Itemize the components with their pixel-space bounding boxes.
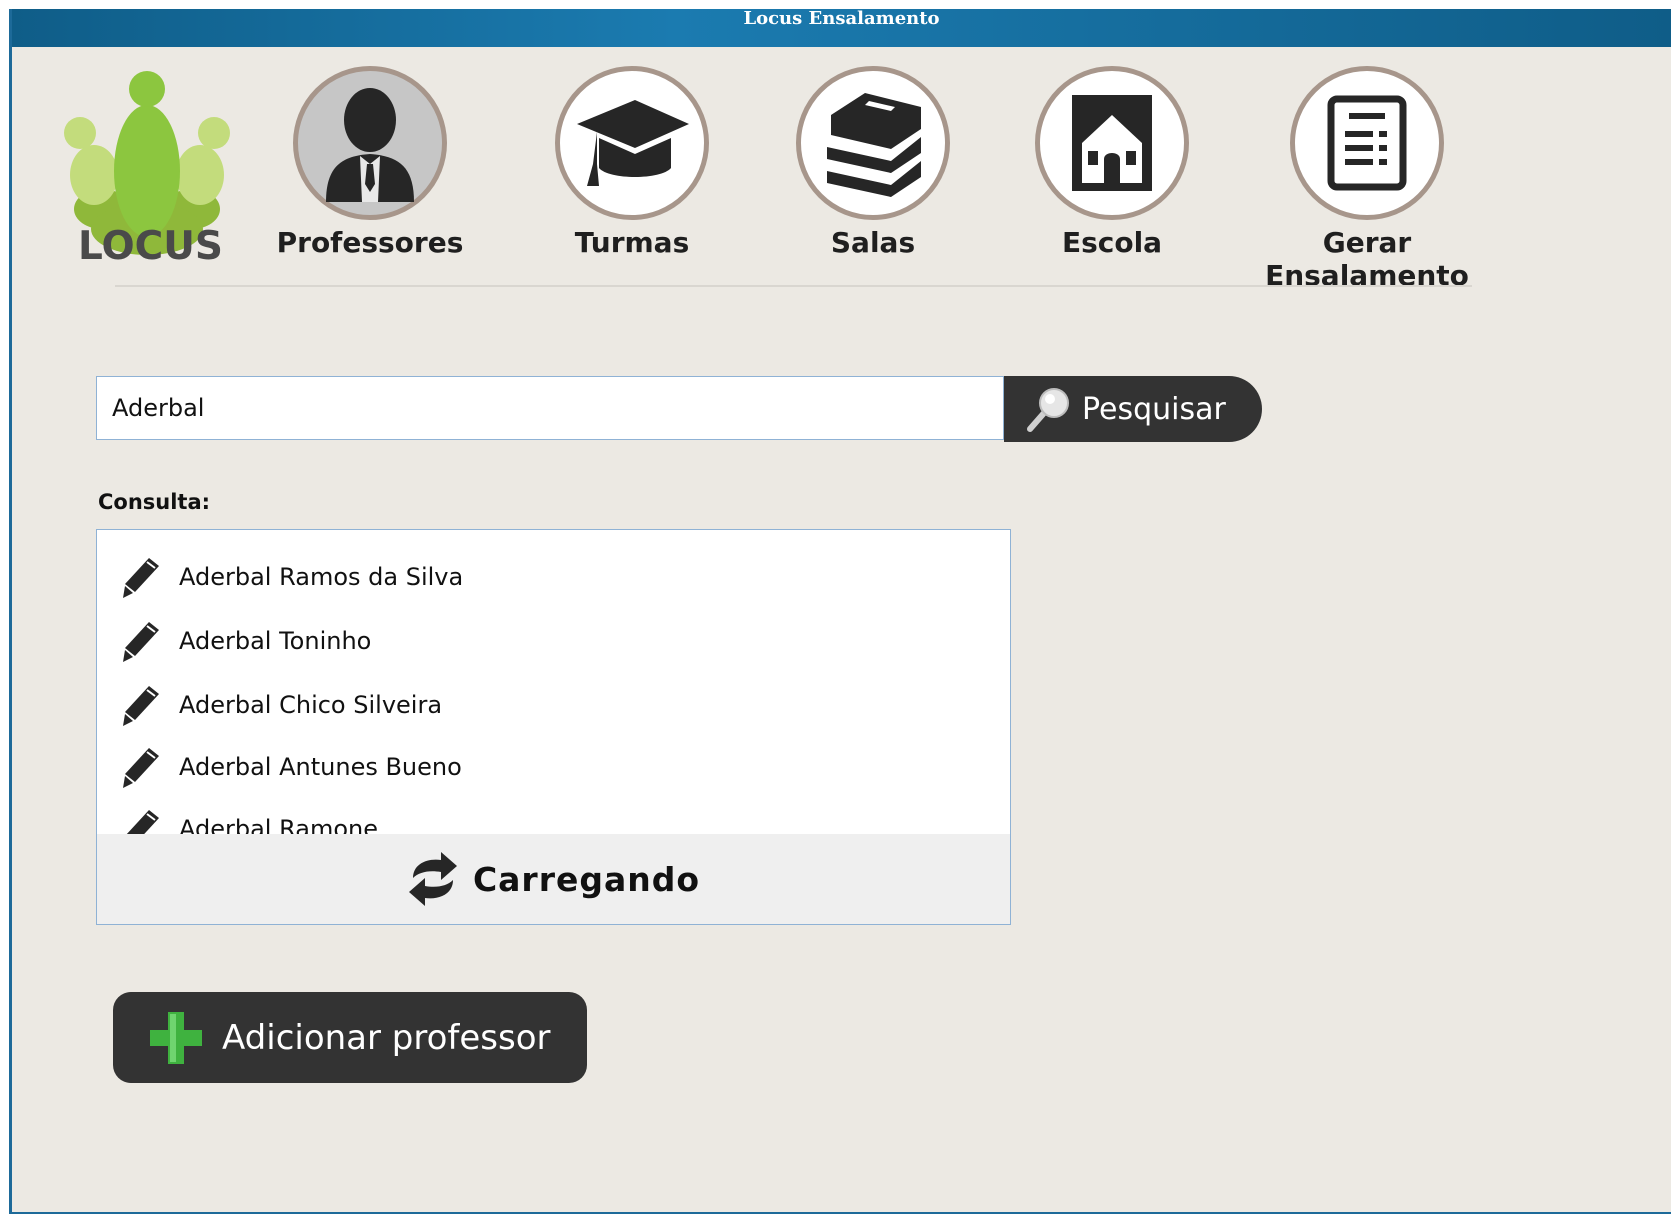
nav-circle [293,66,447,220]
pencil-icon [123,622,159,662]
nav-label: Turmas [574,226,690,259]
result-name: Aderbal Chico Silveira [179,691,443,719]
nav-circle [1035,66,1189,220]
result-name: Aderbal Ramos da Silva [179,563,464,591]
teacher-icon [326,88,414,202]
add-professor-label: Adicionar professor [222,1017,551,1058]
pencil-icon [123,558,159,598]
list-item[interactable]: Aderbal Ramos da Silva [97,548,1010,606]
report-icon [1327,95,1407,191]
school-icon [1072,95,1152,191]
logo-text: LOCUS [78,224,223,269]
search-button[interactable]: Pesquisar [1004,376,1262,442]
add-professor-button[interactable]: Adicionar professor [113,992,587,1083]
consulta-label: Consulta: [98,490,211,514]
books-icon [827,93,921,197]
list-item[interactable]: Aderbal Antunes Bueno [97,738,1010,796]
search-button-label: Pesquisar [1082,391,1226,427]
graduation-cap-icon [577,100,689,186]
nav-gerar-ensalamento[interactable]: Gerar Ensalamento [1237,66,1497,292]
pencil-icon [123,686,159,726]
magnifier-icon [1027,388,1069,432]
nav-label: Professores [276,226,464,259]
list-item[interactable]: Aderbal Chico Silveira [97,676,1010,734]
search-input[interactable] [96,376,1004,440]
results-list[interactable]: Aderbal Ramos da Silva Aderbal Toninho A… [96,529,1011,925]
nav-label: Gerar Ensalamento [1265,226,1469,292]
plus-icon [150,1011,202,1064]
title-bar: Locus Ensalamento [12,9,1671,47]
nav-professores[interactable]: Professores [240,66,500,259]
nav-circle [1290,66,1444,220]
loading-label: Carregando [472,859,701,899]
app-window: Locus Ensalamento LOCUS Professores Turm… [9,9,1671,1214]
window-title: Locus Ensalamento [743,8,940,29]
nav-label: Escola [1061,226,1163,259]
nav-circle [796,66,950,220]
nav-circle [555,66,709,220]
nav-salas[interactable]: Salas [743,66,1003,259]
result-name: Aderbal Toninho [179,627,372,655]
nav-label: Salas [830,226,916,259]
pencil-icon [123,748,159,788]
result-name: Aderbal Antunes Bueno [179,753,462,781]
nav-escola[interactable]: Escola [982,66,1242,259]
list-item[interactable]: Aderbal Toninho [97,612,1010,670]
refresh-icon [408,852,457,906]
header-divider [115,285,1472,287]
loading-indicator: Carregando [97,834,1010,924]
nav-turmas[interactable]: Turmas [502,66,762,259]
